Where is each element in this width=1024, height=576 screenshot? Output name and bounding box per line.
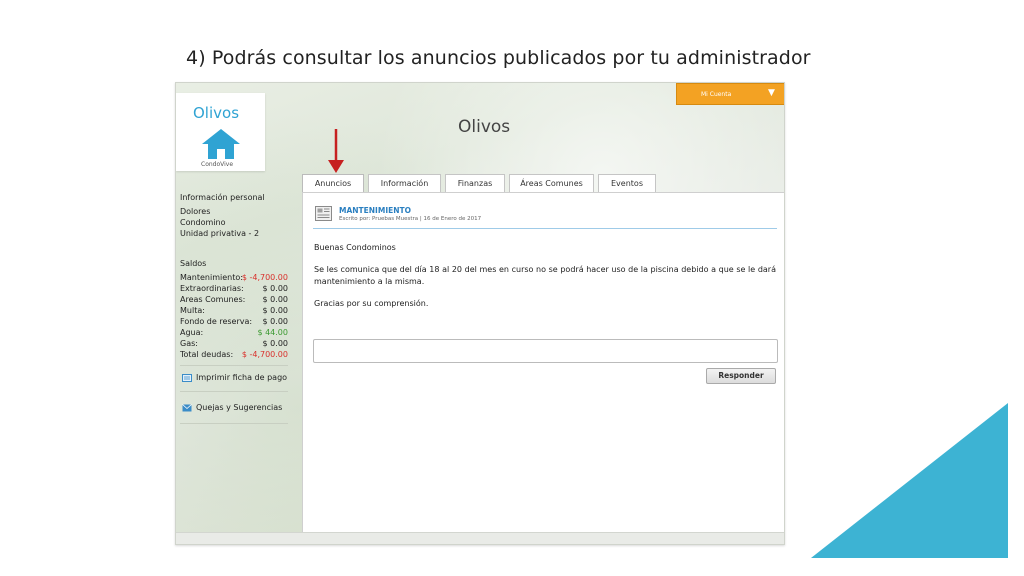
sidebar-divider xyxy=(180,365,288,366)
balance-label: Multa: xyxy=(180,306,205,315)
printer-icon xyxy=(182,373,192,382)
balance-value: $ 0.00 xyxy=(262,306,288,315)
tab-eventos[interactable]: Eventos xyxy=(598,174,656,193)
logo-subtext: CondoVive xyxy=(201,161,234,168)
sidebar-divider xyxy=(180,391,288,392)
tab-areas-comunes[interactable]: Áreas Comunes xyxy=(509,174,594,193)
reply-textarea[interactable] xyxy=(313,339,778,363)
announcement-title[interactable]: MANTENIMIENTO xyxy=(339,206,411,215)
account-menu-button[interactable]: Mi Cuenta ▼ xyxy=(676,83,784,105)
slide: 4) Podrás consultar los anuncios publica… xyxy=(0,0,1024,576)
tab-informacion[interactable]: Información xyxy=(368,174,441,193)
announcement-body: Se les comunica que del día 18 al 20 del… xyxy=(314,265,776,286)
announcement-greeting: Buenas Condominos xyxy=(314,243,396,252)
balance-label: Mantenimiento: xyxy=(180,273,243,282)
caret-down-icon: ▼ xyxy=(768,88,775,98)
balance-row-total: Total deudas: $ -4,700.00 xyxy=(180,350,290,361)
balance-row: Mantenimiento: $ -4,700.00 xyxy=(180,273,290,284)
balance-label: Gas: xyxy=(180,339,198,348)
decorative-triangle xyxy=(811,403,1008,558)
balance-label: Areas Comunes: xyxy=(180,295,246,304)
balance-value: $ -4,700.00 xyxy=(241,350,288,359)
sidebar: Información personal Dolores Condomino U… xyxy=(176,191,290,431)
announcement-divider xyxy=(313,228,777,229)
personal-role: Condomino xyxy=(180,218,226,227)
balance-value: $ 0.00 xyxy=(262,284,288,293)
logo-card[interactable]: Olivos CondoVive xyxy=(176,93,265,171)
balances-title: Saldos xyxy=(180,259,207,268)
balance-row: Multa: $ 0.00 xyxy=(180,306,290,317)
balance-label: Total deudas: xyxy=(180,350,234,359)
sidebar-divider xyxy=(180,423,288,424)
complaints-label: Quejas y Sugerencias xyxy=(196,403,283,412)
personal-info-title: Información personal xyxy=(180,193,265,202)
tab-anuncios[interactable]: Anuncios xyxy=(302,174,364,194)
announcement-meta: Escrito por: Pruebas Muestra | 16 de Ene… xyxy=(339,216,482,222)
personal-unit: Unidad privativa - 2 xyxy=(180,229,260,238)
personal-name: Dolores xyxy=(180,207,211,216)
balance-value: $ 0.00 xyxy=(262,295,288,304)
balance-value: $ 0.00 xyxy=(262,317,288,326)
app-screenshot: Olivos CondoVive Mi Cuenta ▼ Olivos Info… xyxy=(175,82,785,545)
site-title: Olivos xyxy=(458,117,511,137)
balance-row: Extraordinarias: $ 0.00 xyxy=(180,284,290,295)
logo-text: Olivos xyxy=(193,104,240,122)
balance-row: Areas Comunes: $ 0.00 xyxy=(180,295,290,306)
announcement-closing: Gracias por su comprensión. xyxy=(314,299,429,308)
balance-value: $ -4,700.00 xyxy=(241,273,288,282)
balance-label: Agua: xyxy=(180,328,204,337)
account-menu-label: Mi Cuenta xyxy=(701,91,732,98)
balance-label: Extraordinarias: xyxy=(180,284,244,293)
footer-bar xyxy=(176,532,784,544)
balance-row: Gas: $ 0.00 xyxy=(180,339,290,350)
reply-button[interactable]: Responder xyxy=(706,368,776,384)
balance-value: $ 44.00 xyxy=(257,328,288,337)
slide-title: 4) Podrás consultar los anuncios publica… xyxy=(186,47,811,69)
newspaper-icon xyxy=(315,206,332,221)
home-icon xyxy=(202,129,240,159)
balance-row: Agua: $ 44.00 xyxy=(180,328,290,339)
print-payment-label: Imprimir ficha de pago xyxy=(196,373,288,382)
balance-value: $ 0.00 xyxy=(262,339,288,348)
tab-finanzas[interactable]: Finanzas xyxy=(445,174,505,193)
announcements-panel: MANTENIMIENTO Escrito por: Pruebas Muest… xyxy=(302,192,784,532)
complaints-link[interactable]: Quejas y Sugerencias xyxy=(182,403,282,412)
balance-row: Fondo de reserva: $ 0.00 xyxy=(180,317,290,328)
balance-label: Fondo de reserva: xyxy=(180,317,253,326)
envelope-icon xyxy=(182,403,192,411)
red-arrow-icon xyxy=(328,129,344,173)
print-payment-link[interactable]: Imprimir ficha de pago xyxy=(182,373,287,382)
